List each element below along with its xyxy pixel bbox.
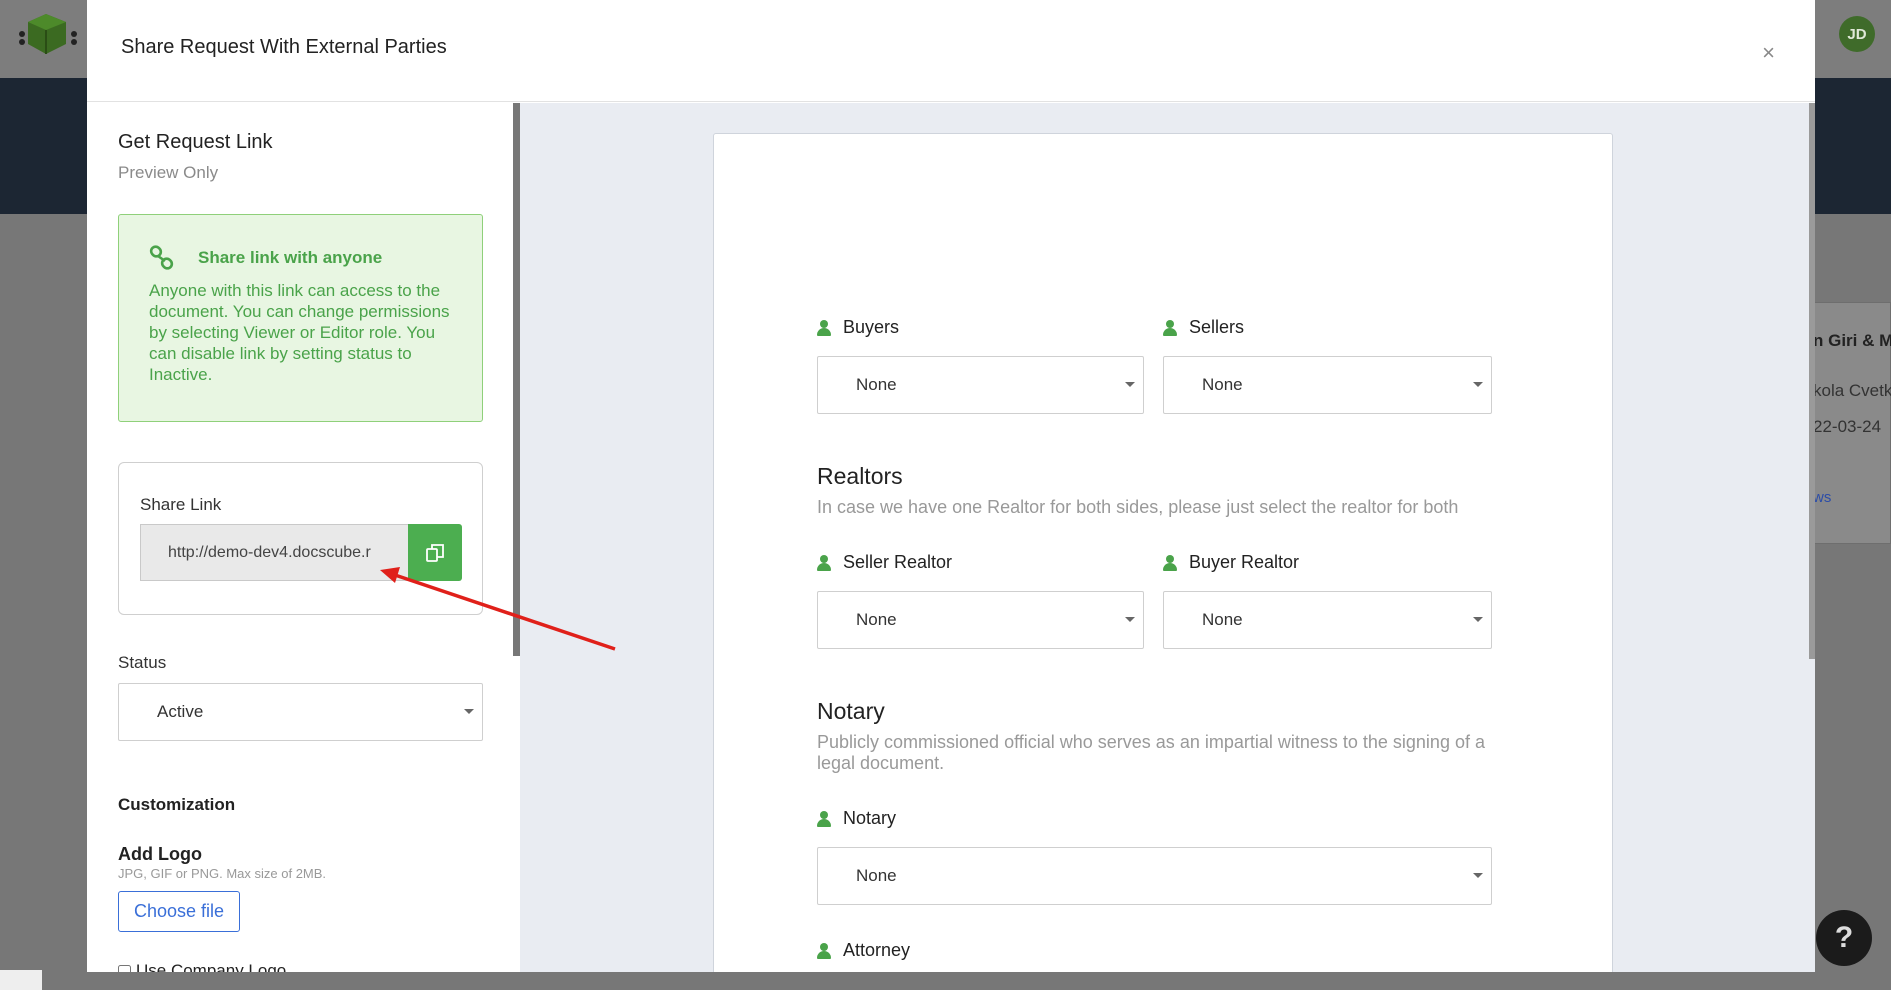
person-icon: [817, 319, 831, 336]
add-logo-hint: JPG, GIF or PNG. Max size of 2MB.: [118, 866, 327, 881]
sellers-select[interactable]: None: [1163, 356, 1492, 414]
person-icon: [1163, 554, 1177, 571]
seller-realtor-select[interactable]: None: [817, 591, 1144, 649]
panel-title: Get Request Link: [118, 131, 273, 153]
realtors-title: Realtors: [817, 463, 903, 489]
notary-title: Notary: [817, 698, 885, 724]
buyer-realtor-select[interactable]: None: [1163, 591, 1492, 649]
notary-select[interactable]: None: [817, 847, 1492, 905]
person-icon: [817, 942, 831, 959]
close-icon[interactable]: ×: [1762, 40, 1775, 66]
customization-title: Customization: [118, 795, 236, 814]
share-link-label: Share Link: [140, 495, 222, 514]
card-line: 22-03-24: [1813, 417, 1882, 436]
buyers-label: Buyers: [817, 317, 899, 338]
app-logo-icon: [19, 14, 77, 54]
share-info-box: Share link with anyone Anyone with this …: [118, 214, 483, 422]
share-link-input[interactable]: http://demo-dev4.docscube.r: [140, 524, 408, 581]
share-request-modal: Share Request With External Parties × Ge…: [87, 0, 1815, 972]
panel-subtitle: Preview Only: [118, 163, 219, 182]
notary-label-text: Notary: [843, 808, 897, 828]
card-link: ws: [1813, 489, 1832, 506]
buyer-realtor-value: None: [1202, 610, 1243, 629]
sellers-value: None: [1202, 375, 1243, 394]
company-logo-checkbox[interactable]: [118, 964, 131, 972]
status-label: Status: [118, 653, 167, 672]
document-page: Buyers None Sellers None Realtors In cas…: [713, 133, 1613, 972]
attorney-label-text: Attorney: [843, 940, 911, 960]
buyers-value: None: [856, 375, 897, 394]
request-link-panel: Get Request Link Preview Only Share link…: [87, 103, 519, 972]
background-corner-widget: [0, 970, 42, 990]
copy-link-button[interactable]: [408, 524, 462, 581]
seller-realtor-label-text: Seller Realtor: [843, 552, 953, 572]
person-icon: [817, 810, 831, 827]
info-heading: Share link with anyone: [198, 248, 383, 267]
attorney-label: Attorney: [817, 940, 910, 961]
notary-description: Publicly commissioned official who serve…: [817, 732, 1485, 773]
info-text: Anyone with this link can access to the …: [149, 281, 450, 384]
right-scrollbar[interactable]: [1809, 103, 1815, 659]
modal-header: Share Request With External Parties ×: [87, 0, 1815, 102]
seller-realtor-value: None: [856, 610, 897, 629]
choose-file-button[interactable]: Choose file: [118, 891, 240, 932]
person-icon: [1163, 319, 1177, 336]
background-request-card: n Giri & M kola Cvetk 22-03-24 ws: [1812, 302, 1891, 544]
chevron-down-icon: [1473, 382, 1483, 387]
link-icon: [149, 245, 174, 270]
card-line: kola Cvetk: [1813, 381, 1891, 400]
buyer-realtor-label-text: Buyer Realtor: [1189, 552, 1300, 572]
chevron-down-icon: [1125, 382, 1135, 387]
person-icon: [817, 554, 831, 571]
copy-icon: [426, 543, 444, 562]
left-scrollbar[interactable]: [513, 103, 520, 656]
buyers-label-text: Buyers: [843, 317, 900, 337]
share-link-box: Share Link http://demo-dev4.docscube.r: [118, 462, 483, 615]
add-logo-title: Add Logo: [118, 844, 202, 864]
use-company-logo-label: Use Company Logo: [136, 961, 287, 972]
document-preview-panel: Buyers None Sellers None Realtors In cas…: [520, 103, 1815, 972]
chevron-down-icon: [1473, 873, 1483, 878]
seller-realtor-label: Seller Realtor: [817, 552, 952, 573]
status-value: Active: [157, 702, 204, 721]
help-button[interactable]: ?: [1816, 910, 1872, 966]
notary-value: None: [856, 866, 897, 885]
buyer-realtor-label: Buyer Realtor: [1163, 552, 1299, 573]
card-line: n Giri & M: [1813, 331, 1891, 350]
notary-label: Notary: [817, 808, 896, 829]
modal-title: Share Request With External Parties: [121, 36, 447, 58]
chevron-down-icon: [464, 709, 474, 714]
chevron-down-icon: [1473, 617, 1483, 622]
chevron-down-icon: [1125, 617, 1135, 622]
sellers-label-text: Sellers: [1189, 317, 1245, 337]
status-select[interactable]: Active: [118, 683, 483, 741]
buyers-select[interactable]: None: [817, 356, 1144, 414]
user-avatar[interactable]: JD: [1839, 16, 1875, 52]
sellers-label: Sellers: [1163, 317, 1244, 338]
realtors-description: In case we have one Realtor for both sid…: [817, 497, 1459, 517]
use-company-logo-checkbox[interactable]: Use Company Logo: [118, 961, 286, 972]
